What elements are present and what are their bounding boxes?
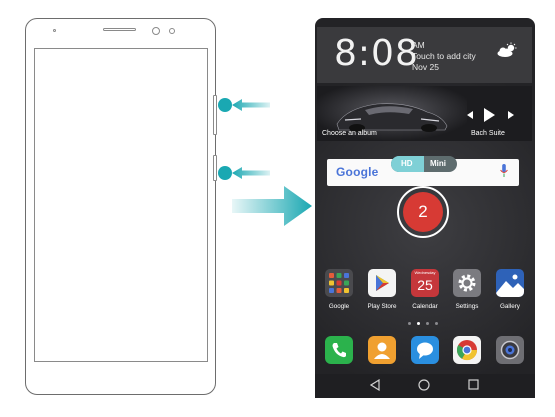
press-arrow-icon [232,167,270,179]
page-dot [435,322,438,325]
app-label-gallery: Gallery [500,303,520,310]
back-icon[interactable] [370,379,380,391]
app-label-calendar: Calendar [412,303,438,310]
sun-cloud-icon [497,42,517,57]
phone-outline-front-camera [152,27,160,35]
google-logo-text: Google [336,165,379,179]
chrome-logo-glyph [456,340,478,361]
google-apps-grid-icon [329,273,349,293]
play-store-icon[interactable] [368,269,396,297]
choose-album-label[interactable]: Choose an album [322,130,377,137]
camera-lens-glyph [500,340,520,360]
phone-outline-indicator [53,29,56,32]
gallery-mountain-glyph [496,274,524,297]
microphone-icon[interactable] [500,164,508,178]
google-logo: Google [336,165,379,179]
contacts-icon[interactable] [368,336,396,364]
chat-bubble-glyph [417,342,433,359]
press-arrow-icon [232,99,270,111]
clock-time: 8:08 [334,33,419,74]
phone-outline-speaker [103,28,136,31]
city-prompt[interactable]: Touch to add city [412,51,476,61]
clock-ampm: AM [412,40,425,50]
calendar-day-name: Wednesday [414,270,436,275]
phone-outline-sensor [169,28,175,34]
track-title: Bach Suite [471,130,505,137]
recents-icon[interactable] [468,379,479,390]
messages-icon[interactable] [411,336,439,364]
app-label-google: Google [328,303,350,310]
calendar-day-number: 25 [417,277,433,293]
result-arrow-icon [232,186,312,226]
home-icon[interactable] [418,379,430,391]
hd-mini-toggle[interactable]: HD Mini [391,156,457,172]
volume-button-outline [213,95,217,135]
app-label-play-store: Play Store [367,303,397,310]
app-label-settings: Settings [455,303,479,310]
phone-icon[interactable] [325,336,353,364]
page-dot-active [417,322,420,325]
play-icon[interactable] [483,108,495,122]
settings-gear-glyph [458,274,476,292]
play-triangle-icon [376,275,389,291]
handset-glyph [332,343,346,358]
phone-outline-screen [34,48,208,362]
power-button-outline [213,155,217,181]
camera-icon[interactable] [496,336,524,364]
google-folder-icon[interactable] [325,269,353,297]
step-number-badge: 2 [403,192,443,232]
next-track-icon[interactable] [507,111,515,119]
chrome-icon[interactable] [453,336,481,364]
power-press-indicator [218,166,232,180]
page-dot [426,322,429,325]
person-glyph [374,342,390,359]
volume-press-indicator [218,98,232,112]
hd-label: HD [401,159,413,168]
mini-label: Mini [430,159,446,168]
page-indicator [408,322,440,326]
calendar-icon[interactable]: Wednesday 25 [411,269,439,297]
gallery-icon[interactable] [496,269,524,297]
gear-icon[interactable] [453,269,481,297]
clock-date: Nov 25 [412,62,439,72]
page-dot [408,322,411,325]
previous-track-icon[interactable] [466,111,474,119]
